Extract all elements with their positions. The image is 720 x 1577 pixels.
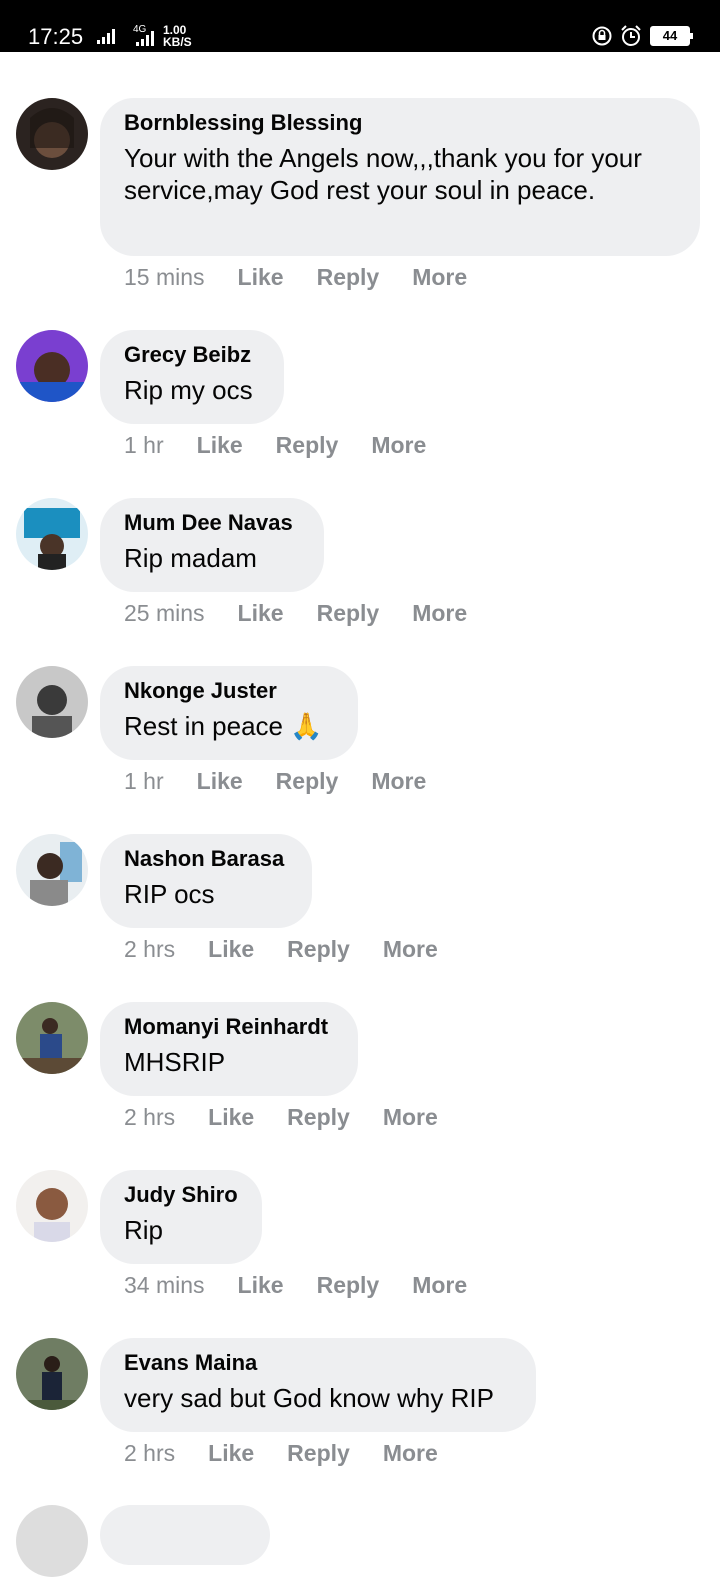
comment-actions: 2 hrs Like Reply More	[124, 936, 471, 963]
comment-text: Rest in peace 🙏	[124, 711, 323, 741]
comment-actions: 1 hr Like Reply More	[124, 432, 459, 459]
reply-button[interactable]: Reply	[317, 600, 380, 627]
like-button[interactable]: Like	[197, 432, 243, 459]
comment-author[interactable]: Bornblessing Blessing	[124, 110, 676, 136]
comment-bubble[interactable]: Grecy Beibz Rip my ocs	[100, 330, 284, 424]
like-button[interactable]: Like	[238, 264, 284, 291]
status-time: 17:25	[28, 24, 84, 49]
comment-author[interactable]: Mum Dee Navas	[124, 510, 300, 536]
reply-button[interactable]: Reply	[287, 1440, 350, 1467]
avatar[interactable]	[16, 1505, 88, 1577]
avatar[interactable]	[16, 98, 88, 170]
avatar[interactable]	[16, 1338, 88, 1410]
avatar[interactable]	[16, 1002, 88, 1074]
reply-button[interactable]: Reply	[287, 936, 350, 963]
more-button[interactable]: More	[383, 1440, 438, 1467]
comment-bubble[interactable]: Evans Maina very sad but God know why RI…	[100, 1338, 536, 1432]
like-button[interactable]: Like	[208, 936, 254, 963]
comment-author[interactable]: Judy Shiro	[124, 1182, 238, 1208]
comment-text: RIP ocs	[124, 879, 215, 909]
avatar[interactable]	[16, 1170, 88, 1242]
comment-text: MHSRIP	[124, 1047, 226, 1077]
comment-author[interactable]: Nkonge Juster	[124, 678, 334, 704]
comment-bubble[interactable]: Bornblessing Blessing Your with the Ange…	[100, 98, 700, 256]
more-button[interactable]: More	[412, 1272, 467, 1299]
alarm-icon	[621, 25, 641, 46]
more-button[interactable]: More	[383, 1104, 438, 1131]
more-button[interactable]: More	[412, 600, 467, 627]
comment-actions: 1 hr Like Reply More	[124, 768, 459, 795]
comment-actions: 34 mins Like Reply More	[124, 1272, 500, 1299]
reply-button[interactable]: Reply	[276, 432, 339, 459]
comment-text: Rip	[124, 1215, 164, 1245]
avatar[interactable]	[16, 666, 88, 738]
comment-bubble[interactable]: Nkonge Juster Rest in peace 🙏	[100, 666, 358, 760]
like-button[interactable]: Like	[208, 1104, 254, 1131]
more-button[interactable]: More	[383, 936, 438, 963]
reply-button[interactable]: Reply	[276, 768, 339, 795]
comment-actions: 25 mins Like Reply More	[124, 600, 500, 627]
status-bar: 17:25 4G 1.00 KB/S 44	[0, 0, 720, 52]
comment-time[interactable]: 34 mins	[124, 1272, 205, 1299]
more-button[interactable]: More	[371, 432, 426, 459]
comment-author[interactable]: Grecy Beibz	[124, 342, 260, 368]
signal-icon	[97, 29, 115, 44]
signal-icon	[136, 31, 154, 46]
more-button[interactable]: More	[412, 264, 467, 291]
comment-author[interactable]: Evans Maina	[124, 1350, 512, 1376]
avatar[interactable]	[16, 834, 88, 906]
comment-time[interactable]: 2 hrs	[124, 1104, 175, 1131]
comment-author[interactable]: Nashon Barasa	[124, 846, 288, 872]
like-button[interactable]: Like	[197, 768, 243, 795]
avatar[interactable]	[16, 330, 88, 402]
more-button[interactable]: More	[371, 768, 426, 795]
comment-bubble[interactable]: Mum Dee Navas Rip madam	[100, 498, 324, 592]
reply-button[interactable]: Reply	[317, 1272, 380, 1299]
comment-text: Your with the Angels now,,,thank you for…	[124, 143, 642, 205]
network-speed: 1.00 KB/S	[163, 23, 192, 49]
comment-bubble[interactable]	[100, 1505, 270, 1565]
like-button[interactable]: Like	[238, 1272, 284, 1299]
comment-bubble[interactable]: Judy Shiro Rip	[100, 1170, 262, 1264]
comment-time[interactable]: 25 mins	[124, 600, 205, 627]
comment-actions: 15 mins Like Reply More	[124, 264, 500, 291]
avatar[interactable]	[16, 498, 88, 570]
comment-text: very sad but God know why RIP	[124, 1383, 494, 1413]
like-button[interactable]: Like	[238, 600, 284, 627]
comment-bubble[interactable]: Nashon Barasa RIP ocs	[100, 834, 312, 928]
comment-author[interactable]: Momanyi Reinhardt	[124, 1014, 334, 1040]
comment-text: Rip my ocs	[124, 375, 253, 405]
comment-actions: 2 hrs Like Reply More	[124, 1440, 471, 1467]
comment-time[interactable]: 1 hr	[124, 432, 164, 459]
comment-time[interactable]: 1 hr	[124, 768, 164, 795]
comment-bubble[interactable]: Momanyi Reinhardt MHSRIP	[100, 1002, 358, 1096]
like-button[interactable]: Like	[208, 1440, 254, 1467]
comment-time[interactable]: 15 mins	[124, 264, 205, 291]
reply-button[interactable]: Reply	[317, 264, 380, 291]
comment-text: Rip madam	[124, 543, 257, 573]
battery-icon: 44	[650, 26, 693, 46]
comment-time[interactable]: 2 hrs	[124, 936, 175, 963]
lock-rotation-icon	[592, 26, 612, 46]
comment-time[interactable]: 2 hrs	[124, 1440, 175, 1467]
comment-actions: 2 hrs Like Reply More	[124, 1104, 471, 1131]
reply-button[interactable]: Reply	[287, 1104, 350, 1131]
status-icons: 44	[592, 25, 693, 47]
